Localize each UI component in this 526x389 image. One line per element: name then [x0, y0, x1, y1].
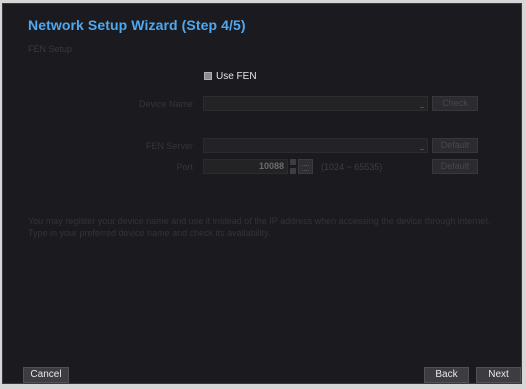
input-indicator-icon — [420, 107, 424, 108]
input-indicator-icon — [420, 149, 424, 150]
use-fen-option[interactable]: Use FEN — [204, 70, 257, 82]
check-button: Check — [432, 96, 478, 111]
spin-down-icon — [290, 168, 296, 174]
port-input: 10088 — [203, 159, 288, 174]
next-button[interactable]: Next — [476, 367, 521, 383]
fen-server-default-button: Default — [432, 138, 478, 153]
port-label: Port — [176, 162, 193, 172]
section-subtitle: FEN Setup — [28, 44, 73, 54]
port-spinner — [290, 159, 296, 174]
fen-info-text: You may register your device name and us… — [28, 216, 491, 238]
fen-server-label: FEN Server — [145, 141, 193, 151]
port-range-hint: (1024 ~ 65535) — [321, 162, 383, 172]
back-button[interactable]: Back — [424, 367, 469, 383]
page-title: Network Setup Wizard (Step 4/5) — [28, 17, 246, 33]
fen-server-input — [203, 138, 428, 153]
use-fen-label: Use FEN — [216, 70, 257, 82]
use-fen-checkbox[interactable] — [204, 72, 212, 80]
cancel-button[interactable]: Cancel — [23, 367, 69, 383]
device-name-label: Device Name — [138, 99, 193, 109]
device-name-input — [203, 96, 428, 111]
keyboard-icon — [298, 159, 313, 174]
spin-up-icon — [290, 159, 296, 165]
port-default-button: Default — [432, 159, 478, 174]
wizard-window: Network Setup Wizard (Step 4/5) FEN Setu… — [2, 3, 522, 384]
